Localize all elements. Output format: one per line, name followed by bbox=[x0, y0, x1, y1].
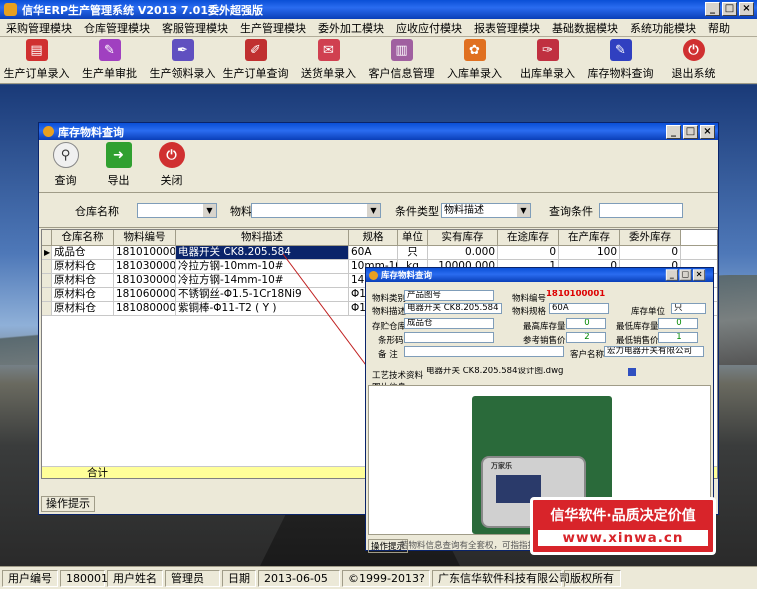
status-bar: 用户编号 180001 用户姓名 管理员 日期 2013-06-05 ©1999… bbox=[0, 566, 757, 589]
rights-text: 版权所有 bbox=[564, 569, 621, 587]
code-field: 1810100001 bbox=[546, 290, 606, 299]
min-stock-label: 最低库存量 bbox=[616, 322, 659, 332]
unit-label: 库存单位 bbox=[631, 307, 666, 317]
device-brand: 万家乐 bbox=[491, 462, 512, 470]
user-id-label: 用户编号 bbox=[2, 569, 58, 587]
promo-banner: 信华软件·品质决定价值 www.xinwa.cn bbox=[530, 497, 716, 555]
barcode-label: 条形码 bbox=[378, 336, 404, 346]
ref-price-field[interactable]: 2 bbox=[566, 332, 606, 343]
code-label: 物料编号 bbox=[512, 294, 547, 304]
desc-field[interactable]: 电器开关 CK8.205.584 bbox=[404, 303, 502, 314]
user-id-value: 180001 bbox=[60, 569, 108, 587]
max-stock-field[interactable]: 0 bbox=[566, 318, 606, 329]
popup-titlebar: 库存物料查询 _ □ × bbox=[366, 268, 713, 282]
popup-title: 库存物料查询 bbox=[381, 271, 433, 281]
max-stock-label: 最高库存量 bbox=[523, 322, 566, 332]
cat-field[interactable]: 产品图号 bbox=[404, 290, 494, 301]
spec-label: 物料规格 bbox=[512, 307, 547, 317]
popup-close-button[interactable]: × bbox=[693, 269, 706, 281]
customer-field[interactable]: 宏力电器开关有限公司 bbox=[604, 346, 704, 357]
promo-url: www.xinwa.cn bbox=[538, 530, 708, 546]
desc-label: 物料描述 bbox=[372, 307, 407, 317]
cat-label: 物料类别 bbox=[372, 294, 407, 304]
min-stock-field[interactable]: 0 bbox=[658, 318, 698, 329]
spec-field[interactable]: 60A bbox=[549, 303, 609, 314]
popup-hint-text: 若物料信息查询有全套权，可指指技术文件 bbox=[400, 541, 530, 551]
min-price-field[interactable]: 1 bbox=[658, 332, 698, 343]
company-name: 广东信华软件科技有限公司 bbox=[432, 569, 570, 587]
note-field[interactable] bbox=[404, 346, 564, 357]
ref-price-label: 参考销售价 bbox=[523, 336, 566, 346]
tech-doc-field[interactable]: 电器开关 CK8.205.584设计图.dwg bbox=[424, 367, 624, 378]
popup-minimize-button[interactable]: _ bbox=[665, 269, 678, 281]
warehouse-field[interactable]: 成品仓 bbox=[404, 318, 494, 329]
copyright-text: ©1999-2013? bbox=[342, 569, 430, 587]
warehouse-label: 存贮仓库 bbox=[372, 322, 407, 332]
open-file-icon[interactable] bbox=[628, 368, 636, 376]
tech-doc-label: 工艺技术资料 bbox=[372, 371, 424, 381]
promo-slogan: 信华软件·品质决定价值 bbox=[550, 508, 696, 524]
user-name-value: 管理员 bbox=[165, 569, 220, 587]
date-label: 日期 bbox=[222, 569, 256, 587]
customer-label: 客户名称 bbox=[570, 350, 605, 360]
note-label: 备 注 bbox=[378, 350, 398, 360]
date-value: 2013-06-05 bbox=[258, 569, 340, 587]
min-price-label: 最低销售价 bbox=[616, 336, 659, 346]
barcode-field[interactable] bbox=[404, 332, 494, 343]
unit-field[interactable]: 只 bbox=[671, 303, 706, 314]
popup-maximize-button[interactable]: □ bbox=[679, 269, 692, 281]
user-name-label: 用户姓名 bbox=[107, 569, 163, 587]
